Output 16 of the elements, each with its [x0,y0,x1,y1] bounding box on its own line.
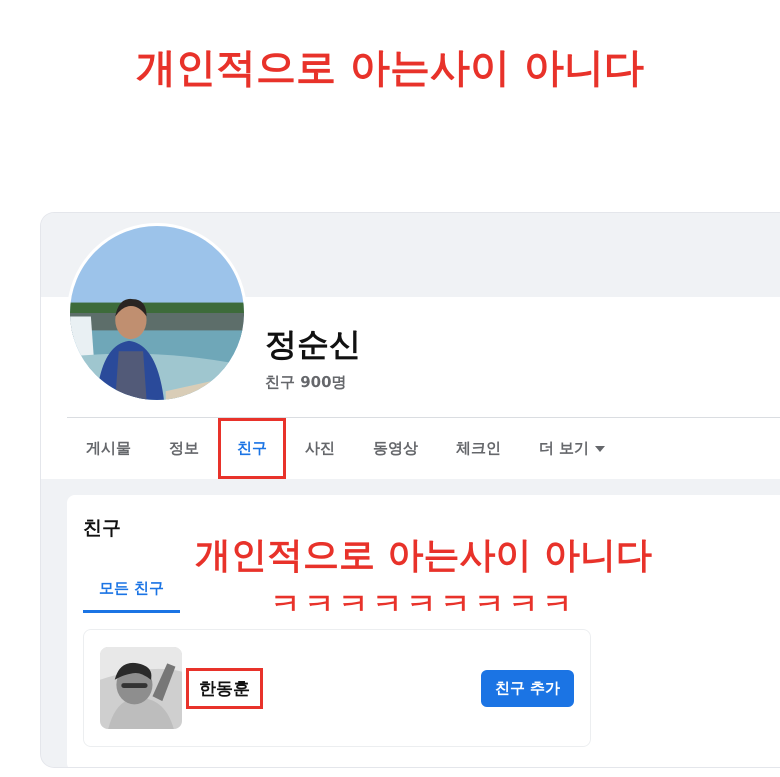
profile-name: 정순신 [265,324,361,365]
profile-tab[interactable]: 더 보기 [520,418,624,479]
section-title: 친구 [83,516,122,541]
profile-tab[interactable]: 게시물 [67,418,150,479]
profile-tab[interactable]: 사진 [286,418,354,479]
profile-tab[interactable]: 정보 [150,418,218,479]
profile-tab[interactable]: 동영상 [354,418,437,479]
friend-name: 한동훈 [186,668,263,708]
caption-text: ㅋㅋㅋㅋㅋㅋㅋㅋㅋ [270,586,577,624]
friends-tab[interactable]: 모든 친구 [83,567,180,613]
friend-count: 친구 900명 [265,373,348,392]
add-friend-button[interactable]: 친구 추가 [480,670,574,706]
caption-text: 개인적으로 아는사이 아니다 [135,44,645,93]
profile-tab[interactable]: 체크인 [437,418,520,479]
profile-tab[interactable]: 친구 [218,418,286,479]
caption-text: 개인적으로 아는사이 아니다 [195,534,652,578]
